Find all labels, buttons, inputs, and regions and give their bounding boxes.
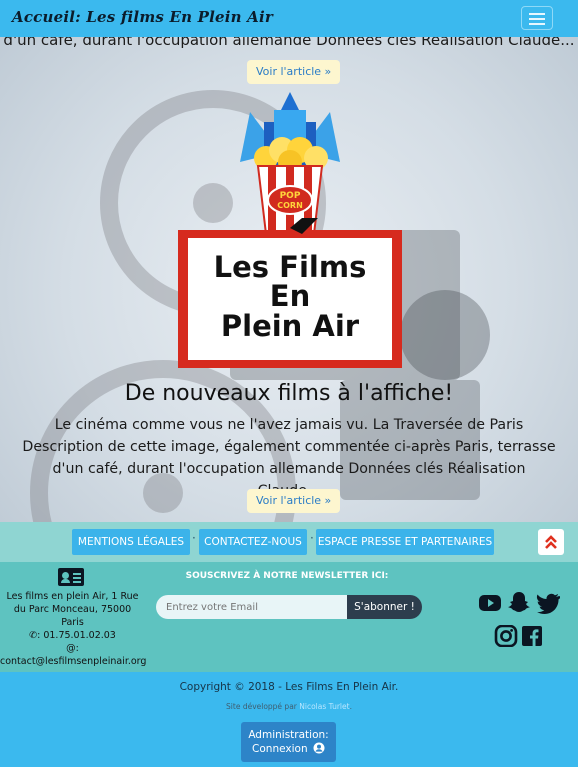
projector-lens	[400, 290, 490, 380]
developer-prefix: Site développé par	[226, 702, 300, 711]
phone-line: ✆: 01.75.01.02.03	[0, 629, 145, 642]
scroll-top-button[interactable]	[538, 529, 564, 555]
newsletter-title: SOUSCRIVEZ À NOTRE NEWSLETTER ICI:	[185, 571, 389, 581]
developer-link[interactable]: Nicolas Turlet	[299, 702, 349, 711]
popcorn-label-top: POP	[280, 191, 301, 201]
email-label: @:	[66, 643, 79, 654]
instagram-icon[interactable]	[494, 625, 518, 647]
double-chevron-up-icon	[545, 535, 557, 549]
admin-connect-row: Connexion	[241, 742, 336, 756]
legal-notice-link[interactable]: MENTIONS LÉGALES	[72, 529, 190, 555]
admin-label: Administration:	[248, 729, 329, 741]
subscribe-button[interactable]: S'abonner !	[347, 595, 422, 619]
developer-credit: Site développé par Nicolas Turlet.	[0, 702, 578, 711]
hamburger-icon	[529, 13, 545, 15]
footer-bottom: Copyright © 2018 - Les Films En Plein Ai…	[0, 672, 578, 767]
read-article-button[interactable]: Voir l'article »	[247, 489, 341, 513]
footer-main: Les films en plein Air, 1 Rue du Parc Mo…	[0, 562, 578, 672]
address-line-2: du Parc Monceau, 75000	[13, 604, 132, 615]
footer-links-bar: MENTIONS LÉGALES · CONTACTEZ-NOUS · ESPA…	[0, 522, 578, 562]
menu-toggle-button[interactable]	[521, 6, 553, 30]
developer-suffix: .	[349, 702, 352, 711]
separator: ·	[310, 531, 314, 545]
contact-info: Les films en plein Air, 1 Rue du Parc Mo…	[0, 590, 146, 668]
newsletter-email-input[interactable]	[156, 595, 347, 619]
separator: ·	[192, 531, 196, 545]
navbar-brand[interactable]: Accueil: Les films En Plein Air	[12, 8, 273, 26]
admin-login-button[interactable]: Administration: Connexion	[241, 722, 336, 762]
twitter-icon[interactable]	[536, 592, 560, 614]
site-logo: POP CORN Les Films En Plein Air	[178, 92, 402, 368]
admin-connect-label: Connexion	[252, 743, 308, 755]
article-line-2: Description de cette image, également co…	[22, 439, 556, 455]
user-circle-icon	[313, 742, 325, 754]
phone-number: : 01.75.01.02.03	[37, 630, 116, 641]
address-line-1: Les films en plein Air, 1 Rue	[6, 591, 139, 602]
navbar: Accueil: Les films En Plein Air	[0, 0, 578, 37]
phone-icon: ✆	[29, 630, 38, 641]
logo-line-2: En	[270, 279, 310, 313]
snapchat-icon[interactable]	[507, 591, 531, 613]
article-line-1: Le cinéma comme vous ne l'avez jamais vu…	[54, 417, 524, 433]
email-address[interactable]: contact@lesfilmsenpleinair.org	[0, 655, 146, 668]
contact-card-icon	[58, 568, 84, 586]
address-line-3: Paris	[61, 617, 84, 628]
press-partners-link[interactable]: ESPACE PRESSE ET PARTENAIRES	[316, 529, 494, 555]
popcorn-label-bottom: CORN	[277, 201, 303, 210]
article-title: De nouveaux films à l'affiche!	[124, 381, 454, 406]
read-article-button[interactable]: Voir l'article »	[247, 60, 341, 84]
contact-link[interactable]: CONTACTEZ-NOUS	[199, 529, 307, 555]
logo-line-3: Plein Air	[221, 309, 360, 343]
copyright-text: Copyright © 2018 - Les Films En Plein Ai…	[179, 681, 399, 693]
youtube-icon[interactable]	[478, 592, 502, 614]
facebook-icon[interactable]	[520, 625, 544, 647]
